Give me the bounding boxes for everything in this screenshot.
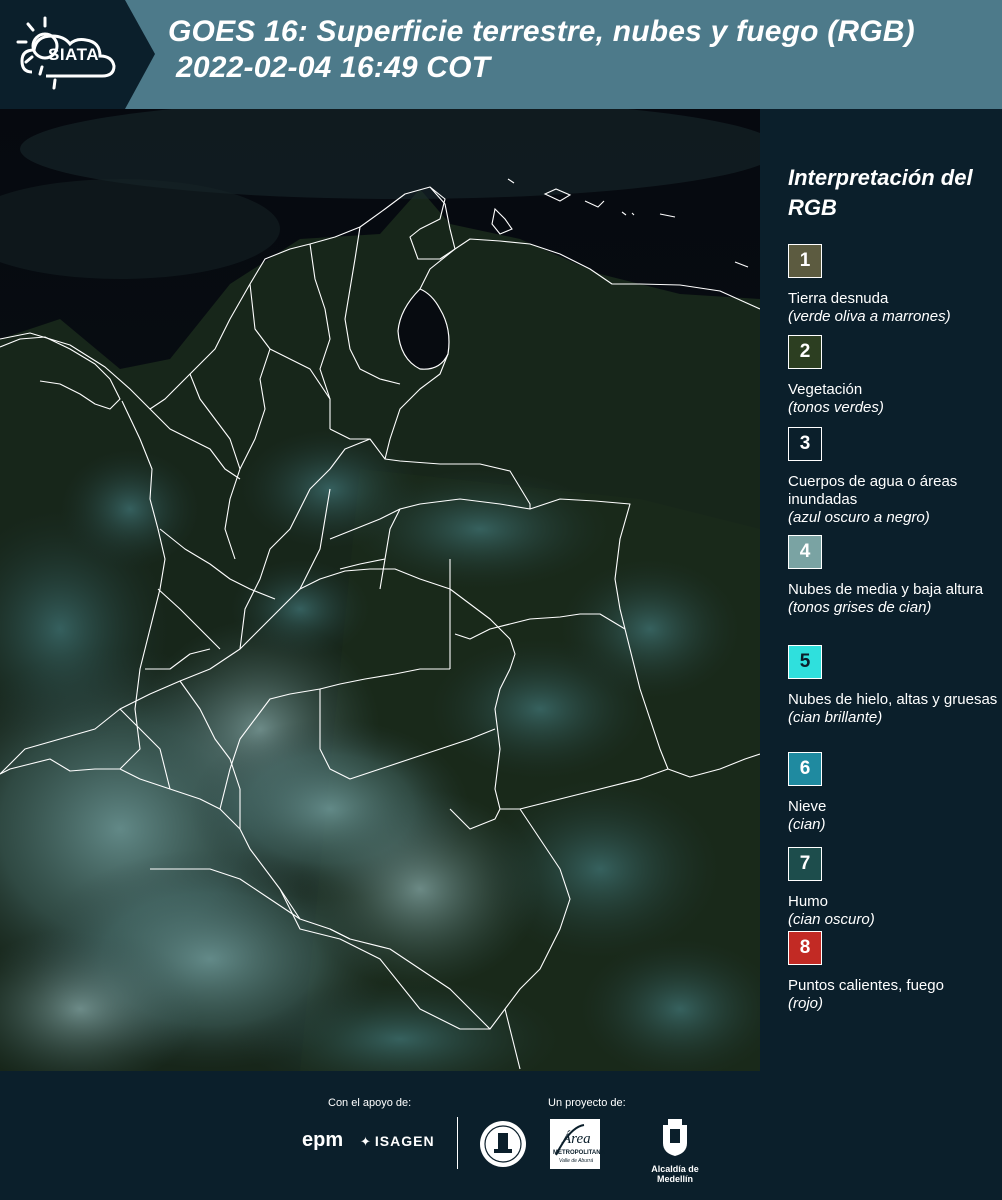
project-label: Un proyecto de: xyxy=(548,1097,626,1109)
legend-item-7: 7 Humo (cian oscuro) xyxy=(788,847,998,929)
legend-description-1: (verde oliva a marrones) xyxy=(788,308,951,325)
legend-item-4: 4 Nubes de media y baja altura (tonos gris… xyxy=(788,535,998,617)
legend-swatch-2: 2 xyxy=(788,335,822,369)
legend-swatch-5: 5 xyxy=(788,645,822,679)
footer-divider xyxy=(457,1117,458,1169)
legend-label-2: Vegetación xyxy=(788,381,863,398)
legend-item-5: 5 Nubes de hielo, altas y gruesas (cian br… xyxy=(788,645,998,727)
legend-label-5: Nubes de hielo, altas y gruesas xyxy=(788,691,998,708)
legend-swatch-6: 6 xyxy=(788,752,822,786)
page-title: GOES 16: Superficie terrestre, nubes y f… xyxy=(168,14,998,86)
legend-label-1: Tierra desnuda xyxy=(788,290,889,307)
isagen-logo: ✦ ISAGEN xyxy=(360,1133,435,1149)
legend-label-6: Nieve xyxy=(788,798,827,815)
title-line-1: GOES 16: Superficie terrestre, nubes y f… xyxy=(168,15,915,48)
legend-item-6: 6 Nieve (cian) xyxy=(788,752,998,834)
support-label: Con el apoyo de: xyxy=(328,1097,412,1109)
legend-item-8: 8 Puntos calientes, fuego (rojo) xyxy=(788,931,998,1013)
alcaldia-label: Alcaldía de Medellín xyxy=(651,1164,699,1184)
legend-description-8: (rojo) xyxy=(788,995,824,1012)
satellite-rgb-map xyxy=(0,109,760,1071)
legend-description-2: (tonos verdes) xyxy=(788,399,884,416)
legend-label-8: Puntos calientes, fuego xyxy=(788,977,944,994)
legend-swatch-3: 3 xyxy=(788,427,822,461)
legend-swatch-8: 8 xyxy=(788,931,822,965)
area-logo-subtext: METROPOLITANA xyxy=(553,1150,605,1156)
legend-swatch-1: 1 xyxy=(788,244,822,278)
alcaldia-medellin-logo: Alcaldía de Medellín xyxy=(640,1119,710,1184)
legend-label-4: Nubes de media y baja altura xyxy=(788,581,984,598)
epm-logo: epm xyxy=(302,1129,344,1151)
legend-label-7: Humo xyxy=(788,893,829,910)
rgb-legend-panel: Interpretación del RGB 1 Tierra desnuda (v… xyxy=(760,109,1002,1071)
footer: Con el apoyo de: Un proyecto de: epm ✦ IS… xyxy=(0,1071,1002,1200)
area-logo-tagline: Valle de Aburrá xyxy=(559,1158,594,1164)
legend-description-3: (azul oscuro a negro) xyxy=(788,509,930,526)
seal-logo-icon xyxy=(480,1121,526,1167)
area-metropolitana-logo: Área METROPOLITANA Valle de Aburrá xyxy=(550,1119,605,1174)
legend-item-1: 1 Tierra desnuda (verde oliva a marrones) xyxy=(788,244,998,326)
siata-logo-text: SIATA xyxy=(48,45,99,64)
legend-label-3: Cuerpos de agua o áreas inundadas xyxy=(788,473,958,508)
legend-description-4: (tonos grises de cian) xyxy=(788,599,932,616)
legend-description-7: (cian oscuro) xyxy=(788,911,875,928)
siata-logo: SIATA xyxy=(0,0,155,109)
legend-description-6: (cian) xyxy=(788,816,826,833)
legend-swatch-4: 4 xyxy=(788,535,822,569)
legend-item-3: 3 Cuerpos de agua o áreas inundadas (azul … xyxy=(788,427,998,527)
isagen-mark-icon: ✦ xyxy=(360,1134,372,1149)
title-line-2-datetime: 2022-02-04 16:49 COT xyxy=(176,51,491,84)
legend-item-2: 2 Vegetación (tonos verdes) xyxy=(788,335,998,417)
header-bar: SIATA GOES 16: Superficie terrestre, nub… xyxy=(0,0,1002,109)
medellin-coat-of-arms-icon xyxy=(663,1119,687,1156)
area-logo-text: Área xyxy=(562,1131,591,1147)
legend-description-5: (cian brillante) xyxy=(788,709,883,726)
legend-title: Interpretación del RGB xyxy=(788,165,973,220)
legend-swatch-7: 7 xyxy=(788,847,822,881)
